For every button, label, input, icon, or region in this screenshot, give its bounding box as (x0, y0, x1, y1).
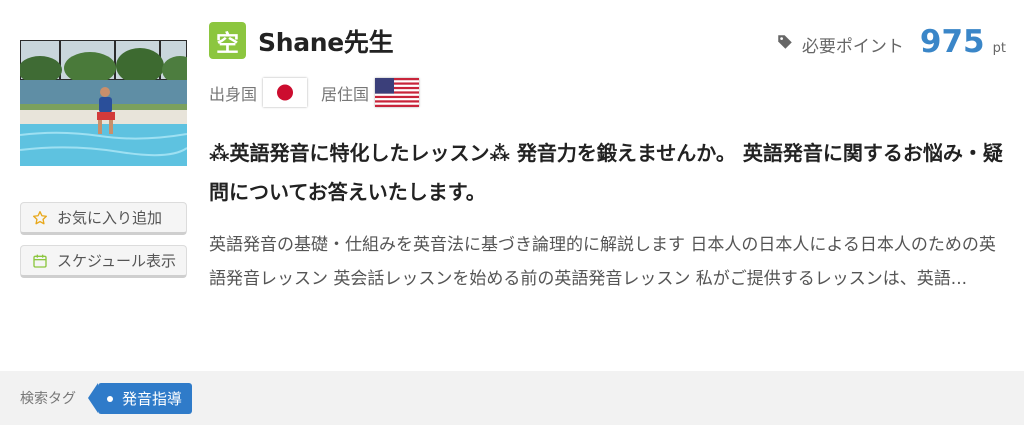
search-tag[interactable]: 発音指導 (87, 382, 193, 414)
add-favorite-button[interactable]: お気に入り追加 (20, 202, 187, 235)
teacher-header: 空 Shane先生 (209, 22, 394, 59)
teacher-name[interactable]: Shane先生 (258, 23, 394, 59)
search-tag-label: 発音指導 (122, 389, 183, 408)
country-row: 出身国 居住国 (209, 78, 433, 107)
show-schedule-label: スケジュール表示 (57, 252, 176, 270)
points-unit: pt (992, 41, 1006, 56)
star-icon (31, 209, 49, 227)
usa-flag-icon (375, 78, 420, 107)
points-label: 必要ポイント (801, 37, 904, 57)
search-tags-label: 検索タグ (20, 391, 76, 407)
calendar-icon (31, 252, 49, 270)
points-value: 975 (919, 24, 985, 60)
teacher-photo-image (20, 40, 187, 166)
tag-icon (778, 35, 792, 49)
lesson-description: 英語発音の基礎・仕組みを英音法に基づき論理的に解説します 日本人の日本人による日… (209, 235, 996, 289)
lesson-headline[interactable]: ⁂英語発音に特化したレッスン⁂ 発音力を鍛えませんか。 英語発音に関するお悩み・… (209, 134, 1009, 212)
residence-country-label: 居住国 (321, 84, 370, 104)
availability-badge: 空 (209, 22, 246, 59)
japan-flag-icon (263, 78, 308, 107)
show-schedule-button[interactable]: スケジュール表示 (20, 245, 187, 278)
search-tags-bar: 検索タグ 発音指導 (0, 371, 1024, 425)
tag-hole-icon (107, 395, 113, 402)
required-points: 必要ポイント 975 pt (776, 24, 1006, 60)
origin-country-label: 出身国 (209, 84, 258, 104)
teacher-photo[interactable] (20, 40, 187, 166)
add-favorite-label: お気に入り追加 (57, 209, 163, 227)
